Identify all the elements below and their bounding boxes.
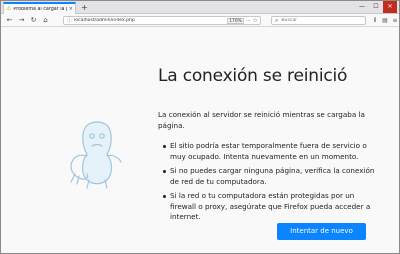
list-item: Si no puedes cargar ninguna página, veri…	[161, 166, 376, 187]
forward-icon[interactable]: →	[17, 16, 26, 25]
error-description: La conexión al servidor se reinició mien…	[158, 110, 365, 130]
page-actions-icon[interactable]: ···	[246, 18, 251, 24]
home-icon[interactable]: ⌂	[41, 16, 50, 25]
list-item: Si la red o tu computadora están protegi…	[161, 191, 376, 223]
reload-icon[interactable]: ↻	[29, 16, 38, 25]
hamburger-menu-icon[interactable]: ≡	[390, 16, 400, 25]
bookmark-star-icon[interactable]: ☆	[253, 17, 258, 24]
tab-active[interactable]: ⚠ Problema al cargar la página ×	[3, 2, 76, 14]
page-title: La conexión se reinició	[158, 66, 348, 86]
maximize-icon[interactable]: ☐	[369, 1, 383, 13]
window-controls: — ☐ ✕	[355, 1, 397, 13]
search-input[interactable]	[281, 18, 352, 23]
nav-bar: ← → ↻ ⌂ ⓘ localhost/admin/index.php 170%…	[1, 14, 399, 27]
search-icon: ⌕	[275, 16, 279, 24]
list-item: El sitio podría estar temporalmente fuer…	[161, 141, 376, 162]
tab-close-icon[interactable]: ×	[69, 6, 73, 12]
retry-button[interactable]: Intentar de nuevo	[277, 223, 366, 240]
tips-list: El sitio podría estar temporalmente fuer…	[161, 141, 376, 227]
toolbar-icons: ⫴ ▤ ≡	[370, 16, 400, 25]
back-icon[interactable]: ←	[5, 16, 14, 25]
minimize-icon[interactable]: —	[355, 1, 369, 13]
error-page: La conexión se reinició La conexión al s…	[1, 28, 399, 253]
search-bar[interactable]: ⌕	[271, 16, 366, 25]
tab-title: Problema al cargar la página	[13, 6, 66, 12]
new-tab-icon[interactable]: +	[81, 2, 88, 13]
window-close-icon[interactable]: ✕	[383, 1, 397, 13]
browser-window: ⚠ Problema al cargar la página × + — ☐ ✕…	[0, 0, 400, 254]
url-bar[interactable]: ⓘ localhost/admin/index.php 170% ··· ☆	[63, 16, 261, 25]
warning-icon: ⚠	[6, 5, 12, 12]
url-text[interactable]: localhost/admin/index.php	[74, 18, 227, 23]
info-icon[interactable]: ⓘ	[67, 17, 72, 24]
sidebar-icon[interactable]: ▤	[380, 16, 390, 25]
unplugged-dinosaur-illustration	[70, 121, 122, 189]
library-icon[interactable]: ⫴	[370, 16, 380, 25]
tab-strip: ⚠ Problema al cargar la página × + — ☐ ✕	[1, 1, 399, 14]
zoom-indicator[interactable]: 170%	[227, 17, 244, 24]
